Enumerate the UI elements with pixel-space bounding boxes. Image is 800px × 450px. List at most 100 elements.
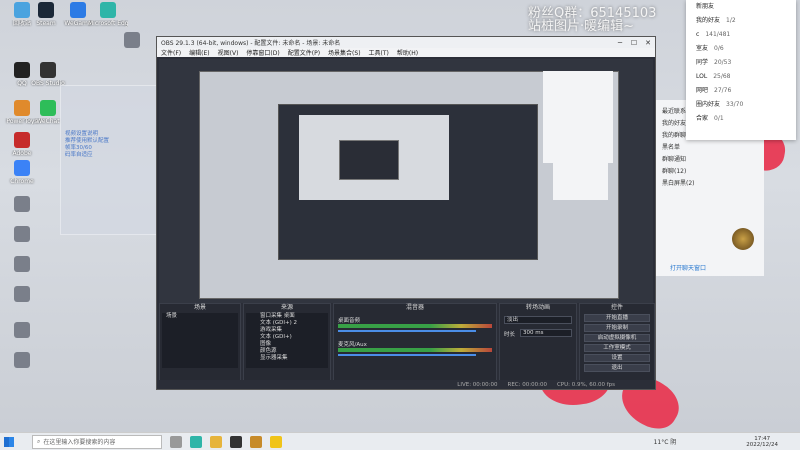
control-button[interactable]: 开始直播 <box>584 314 650 322</box>
nested-preview-2 <box>278 104 538 260</box>
group-label: LOL <box>696 73 708 80</box>
obs-preview[interactable] <box>159 59 653 303</box>
menu-item[interactable]: 工具(T) <box>369 48 389 57</box>
app-icon <box>14 322 30 338</box>
obs-icon[interactable] <box>230 435 242 448</box>
group-item[interactable]: 室友 0/6 <box>686 42 796 56</box>
minimize-icon[interactable]: ─ <box>613 39 627 47</box>
group-item[interactable]: 网吧 27/76 <box>686 84 796 98</box>
qq-bottom-label[interactable]: 打开聊天窗口 <box>670 263 706 272</box>
group-label: 网吧 <box>696 87 709 94</box>
clock[interactable]: 17:47 2022/12/24 <box>746 436 778 448</box>
nested-preview-4 <box>339 140 399 180</box>
desktop-icon-label: Adobe <box>12 150 32 157</box>
group-item[interactable]: 新朋友 <box>686 0 796 14</box>
edge-icon[interactable] <box>190 435 202 448</box>
control-button[interactable]: 开始录制 <box>584 324 650 332</box>
mixer-header: 混音器 <box>405 304 424 311</box>
desktop-icon[interactable] <box>112 32 152 50</box>
menu-item[interactable]: 编辑(E) <box>189 48 209 57</box>
desktop-icon[interactable] <box>2 226 42 244</box>
start-icon[interactable] <box>4 436 14 447</box>
volume-meter <box>338 348 492 352</box>
desktop-icon[interactable]: Chrome <box>2 160 42 185</box>
weather[interactable]: 11°C 阴 <box>654 437 677 446</box>
qq-list-item[interactable]: 群聊(12) <box>656 166 764 178</box>
app-icon <box>40 62 56 78</box>
controls-header: 控件 <box>610 304 623 311</box>
desktop-icon[interactable] <box>2 256 42 274</box>
rec-status: REC: 00:00:00 <box>507 381 547 388</box>
live-status: LIVE: 00:00:00 <box>457 381 498 388</box>
app-icon <box>38 2 54 18</box>
source-item[interactable]: 窗口采集 桌面 <box>246 313 328 320</box>
menu-item[interactable]: 停靠窗口(D) <box>246 48 279 57</box>
search-box[interactable]: ⌕ 在这里输入你要搜索的内容 <box>32 434 162 449</box>
desktop-icon[interactable] <box>2 286 42 304</box>
source-item[interactable]: 颜色源 <box>246 348 328 355</box>
transition-select[interactable]: 淡出 <box>504 316 572 324</box>
control-button[interactable]: 退出 <box>584 364 650 372</box>
search-icon: ⌕ <box>37 437 41 445</box>
scenes-dock: 场景 场景 <box>159 303 241 381</box>
group-count: 1/2 <box>726 17 736 24</box>
source-item[interactable]: 游戏采集 <box>246 327 328 334</box>
explorer-icon[interactable] <box>210 435 222 448</box>
date: 2022/12/24 <box>746 441 778 448</box>
overlay-subtitle: 站桩图片·暖编辑~ <box>528 19 635 34</box>
menu-item[interactable]: 帮助(H) <box>397 48 418 57</box>
app-icon[interactable] <box>250 435 262 448</box>
volume-slider[interactable] <box>338 354 476 356</box>
app-icon <box>14 256 30 272</box>
desktop-icon[interactable] <box>2 322 42 340</box>
group-item[interactable]: 同学 20/53 <box>686 56 796 70</box>
desktop-icon[interactable] <box>2 352 42 370</box>
app-icon <box>14 226 30 242</box>
group-count: 25/68 <box>713 73 731 80</box>
source-item[interactable]: 文本 (GDI+) <box>246 334 328 341</box>
source-list: 窗口采集 桌面 文本 (GDI+) 2 游戏采集 文本 (GDI+) 图像 颜色源 显示器采… <box>246 313 328 368</box>
obs-title: OBS 29.1.3 (64-bit, windows) - 配置文件: 未命名… <box>161 40 341 47</box>
task-view-icon[interactable] <box>170 435 182 448</box>
avatar <box>732 228 754 250</box>
group-item[interactable]: 合家 0/1 <box>686 112 796 126</box>
group-item[interactable]: 圈内好友 33/70 <box>686 98 796 112</box>
desktop-icon-label: Chrome <box>10 178 34 185</box>
group-item[interactable]: 我的好友 1/2 <box>686 14 796 28</box>
source-item[interactable]: 图像 <box>246 341 328 348</box>
volume-slider[interactable] <box>338 330 476 332</box>
control-button[interactable]: 启动虚拟摄像机 <box>584 334 650 342</box>
group-count: 27/76 <box>714 87 732 94</box>
desktop-icon[interactable]: Microsoft Edge <box>88 2 128 27</box>
control-button[interactable]: 工作室模式 <box>584 344 650 352</box>
qq-list-item[interactable]: 群聊通知 <box>656 154 764 166</box>
control-button[interactable]: 设置 <box>584 354 650 362</box>
menu-item[interactable]: 场景集合(S) <box>328 48 361 57</box>
menu-item[interactable]: 文件(F) <box>161 48 181 57</box>
app-icon <box>14 132 30 148</box>
scene-list: 场景 <box>162 313 238 368</box>
obs-titlebar: OBS 29.1.3 (64-bit, windows) - 配置文件: 未命名… <box>157 37 655 48</box>
desktop-icon[interactable]: OBS Studio <box>28 62 68 87</box>
desktop-icon[interactable]: Adobe <box>2 132 42 157</box>
desktop-icon[interactable] <box>2 196 42 214</box>
source-item[interactable]: 显示器采集 <box>246 355 328 362</box>
group-count: 0/1 <box>714 115 724 122</box>
desktop-icon-label: Microsoft Edge <box>88 20 128 27</box>
group-label: 我的好友 <box>696 17 721 24</box>
app-icon[interactable] <box>270 435 282 448</box>
source-item[interactable]: 文本 (GDI+) 2 <box>246 320 328 327</box>
group-item[interactable]: LOL 25/68 <box>686 70 796 84</box>
qq-list-item[interactable]: 黑白屏黑(2) <box>656 178 764 190</box>
menu-item[interactable]: 视图(V) <box>218 48 239 57</box>
scene-item[interactable]: 场景 <box>162 313 238 320</box>
controls-dock: 控件 开始直播开始录制启动虚拟摄像机 工作室模式设置退出 <box>579 303 655 381</box>
group-item[interactable]: c 141/481 <box>686 28 796 42</box>
group-count: 0/6 <box>714 45 724 52</box>
duration-input[interactable]: 300 ms <box>520 329 572 337</box>
close-icon[interactable]: ✕ <box>641 39 655 47</box>
maximize-icon[interactable]: ☐ <box>627 39 641 47</box>
menu-item[interactable]: 配置文件(P) <box>288 48 320 57</box>
qq-list-item[interactable]: 黑名单 <box>656 142 764 154</box>
app-icon <box>70 2 86 18</box>
